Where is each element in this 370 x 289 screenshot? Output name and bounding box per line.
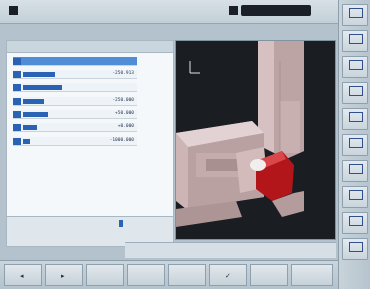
axis-value: -1000.000 (109, 138, 134, 143)
softkey[interactable]: ▸ (45, 264, 83, 286)
axis-level-bar (23, 72, 55, 77)
softkey-icon (349, 34, 363, 44)
softkey[interactable] (86, 264, 124, 286)
check-icon: ✓ (225, 272, 231, 280)
axis-level-bar (23, 139, 30, 144)
right-softkey-column (338, 0, 370, 289)
axis-value: -250.913 (112, 71, 134, 76)
axis-row[interactable]: -1000.000 (13, 137, 137, 146)
softkey-icon (349, 216, 363, 226)
right-softkey[interactable] (342, 108, 368, 130)
axis-row[interactable]: +50.000 (13, 110, 137, 119)
arrow-left-icon: ◂ (20, 272, 24, 280)
softkey[interactable] (127, 264, 165, 286)
arrow-right-icon: ▸ (61, 272, 65, 280)
right-softkey[interactable] (342, 4, 368, 26)
axis-row[interactable] (13, 83, 137, 92)
softkey-icon (349, 60, 363, 70)
feed-indicator-icon (119, 220, 123, 227)
softkey-icon (349, 112, 363, 122)
right-softkey[interactable] (342, 186, 368, 208)
axis-level-bar (23, 85, 62, 90)
softkey-icon (349, 190, 363, 200)
axis-row[interactable]: +0.000 (13, 123, 137, 132)
softkey[interactable] (291, 264, 333, 286)
bottom-softkey-bar: ◂ ▸ ✓ (0, 260, 338, 289)
softkey[interactable] (250, 264, 288, 286)
axis-value: -250.000 (112, 98, 134, 103)
axis-level-bar (23, 125, 37, 130)
softkey[interactable] (168, 264, 206, 286)
axis-level-bar (23, 99, 44, 104)
axis-tile (13, 124, 21, 131)
softkey[interactable]: ✓ (209, 264, 247, 286)
axis-row[interactable]: -250.913 (13, 70, 137, 79)
machine-3d-view[interactable] (175, 40, 336, 240)
axis-value: +50.000 (115, 111, 134, 116)
softkey-icon (349, 8, 363, 18)
right-softkey[interactable] (342, 56, 368, 78)
position-panel-titlebar (7, 41, 173, 53)
softkey[interactable]: ◂ (4, 264, 42, 286)
position-panel: -250.913 -250.000 +50.000 +0.000 -1000.0… (6, 40, 174, 247)
programming-mode-label[interactable] (241, 5, 311, 16)
programming-mode-icon[interactable] (229, 6, 238, 15)
machine-mode-icon[interactable] (9, 6, 18, 15)
axis-row[interactable] (13, 57, 137, 66)
axis-tile (13, 98, 21, 105)
axis-tile (13, 71, 21, 78)
axis-level-bar (23, 112, 48, 117)
axis-row[interactable]: -250.000 (13, 97, 137, 106)
right-softkey[interactable] (342, 238, 368, 260)
right-softkey[interactable] (342, 30, 368, 52)
softkey-icon (349, 242, 363, 252)
status-strip (125, 242, 336, 258)
axis-tile (13, 111, 21, 118)
axis-value: +0.000 (117, 124, 134, 129)
axis-tile (13, 138, 21, 145)
softkey-icon (349, 138, 363, 148)
axis-tile (13, 58, 21, 65)
right-softkey[interactable] (342, 212, 368, 234)
softkey-icon (349, 86, 363, 96)
machine-graphic (176, 41, 304, 227)
right-softkey[interactable] (342, 134, 368, 156)
coordinate-axes-icon (189, 61, 200, 74)
softkey-icon (349, 164, 363, 174)
right-softkey[interactable] (342, 160, 368, 182)
axis-tile (13, 84, 21, 91)
right-softkey[interactable] (342, 82, 368, 104)
header-bar (0, 0, 338, 24)
